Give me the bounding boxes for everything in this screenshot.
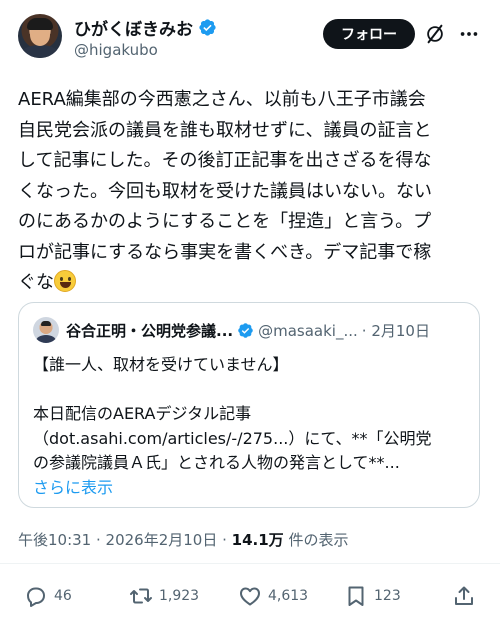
quoted-line: （dot.asahi.com/articles/-/275...）にて、**「公… xyxy=(33,428,432,448)
reply-icon xyxy=(27,587,45,607)
verified-badge-icon xyxy=(238,323,253,338)
like-count: 4,613 xyxy=(268,588,309,604)
tweet-line: くなった。今回も取材を受けた議員はいない。ない xyxy=(18,180,432,202)
show-more-link[interactable]: さらに表示 xyxy=(33,476,473,501)
more-options-icon[interactable] xyxy=(458,23,480,45)
grok-icon[interactable] xyxy=(424,23,446,45)
bookmark-button[interactable]: 123 xyxy=(344,584,401,608)
quoted-line: 本日配信のAERAデジタル記事 xyxy=(33,404,252,423)
follow-button[interactable]: フォロー xyxy=(323,19,415,49)
quoted-author-avatar xyxy=(33,317,59,343)
author-avatar[interactable] xyxy=(18,14,62,58)
quoted-tweet-header: 谷合正明・公明党参議... @masaaki_... · 2月10日 xyxy=(66,320,430,341)
tweet-line: のにあるかのようにすることを「捏造」と言う。プ xyxy=(18,211,432,232)
heart-icon xyxy=(240,587,260,606)
tweet-line: して記事にした。その後訂正記事を出さざるを得な xyxy=(18,150,432,171)
tweet-line: AERA編集部の今西憲之さん、以前も八王子市議会 xyxy=(18,89,426,110)
quoted-author-name: 谷合正明・公明党参議... xyxy=(66,322,234,340)
verified-badge-icon[interactable] xyxy=(198,18,217,37)
share-button[interactable] xyxy=(452,584,476,608)
quoted-tweet-card[interactable]: 谷合正明・公明党参議... @masaaki_... · 2月10日 【誰一人、… xyxy=(18,302,480,508)
divider xyxy=(0,563,500,564)
quoted-tweet-body: 【誰一人、取材を受けていません】 ​ 本日配信のAERAデジタル記事 （dot.… xyxy=(33,353,473,500)
tweet-line: 自民党会派の議員を誰も取材せずに、議員の証言と xyxy=(18,119,432,141)
tweet-line: ロが記事にするなら事実を書くべき。デマ記事で稼 xyxy=(18,241,432,263)
tweet-timestamp[interactable]: 午後10:31 · 2026年2月10日 · xyxy=(18,531,232,549)
repost-count: 1,923 xyxy=(159,588,200,604)
share-icon xyxy=(455,586,473,605)
tweet-line-text: ぐな xyxy=(18,272,54,293)
author-display-name[interactable]: ひがくぼきみお xyxy=(74,15,193,40)
reply-count: 46 xyxy=(54,588,72,604)
like-button[interactable]: 4,613 xyxy=(238,584,308,608)
quoted-line: の参議院議員Ａ氏」とされる人物の発言として**... xyxy=(33,453,400,472)
quoted-tweet-date: · 2月10日 xyxy=(361,322,430,340)
bookmark-icon xyxy=(348,586,364,606)
grinning-face-emoji-icon xyxy=(54,270,76,292)
quoted-line: 【誰一人、取材を受けていません】 xyxy=(33,355,289,374)
tweet-text: AERA編集部の今西憲之さん、以前も八王子市議会 自民党会派の議員を誰も取材せず… xyxy=(18,85,486,299)
repost-button[interactable]: 1,923 xyxy=(129,584,199,608)
tweet-header: ひがくぼきみお @higakubo フォロー xyxy=(0,0,500,70)
repost-icon xyxy=(130,588,152,604)
author-handle[interactable]: @higakubo xyxy=(74,41,158,59)
author-name-row: ひがくぼきみお xyxy=(74,15,217,40)
views-count: 14.1万 xyxy=(231,531,284,549)
action-bar: 46 1,923 4,613 123 xyxy=(0,584,500,616)
quoted-line: ​ xyxy=(33,378,473,403)
views-label: 件の表示 xyxy=(283,531,349,549)
quoted-author-handle: @masaaki_... xyxy=(258,321,358,340)
bookmark-count: 123 xyxy=(374,588,401,604)
tweet-meta: 午後10:31 · 2026年2月10日 · 14.1万 件の表示 xyxy=(18,529,348,550)
tweet-line-last: ぐな xyxy=(18,268,486,299)
reply-button[interactable]: 46 xyxy=(24,584,72,608)
